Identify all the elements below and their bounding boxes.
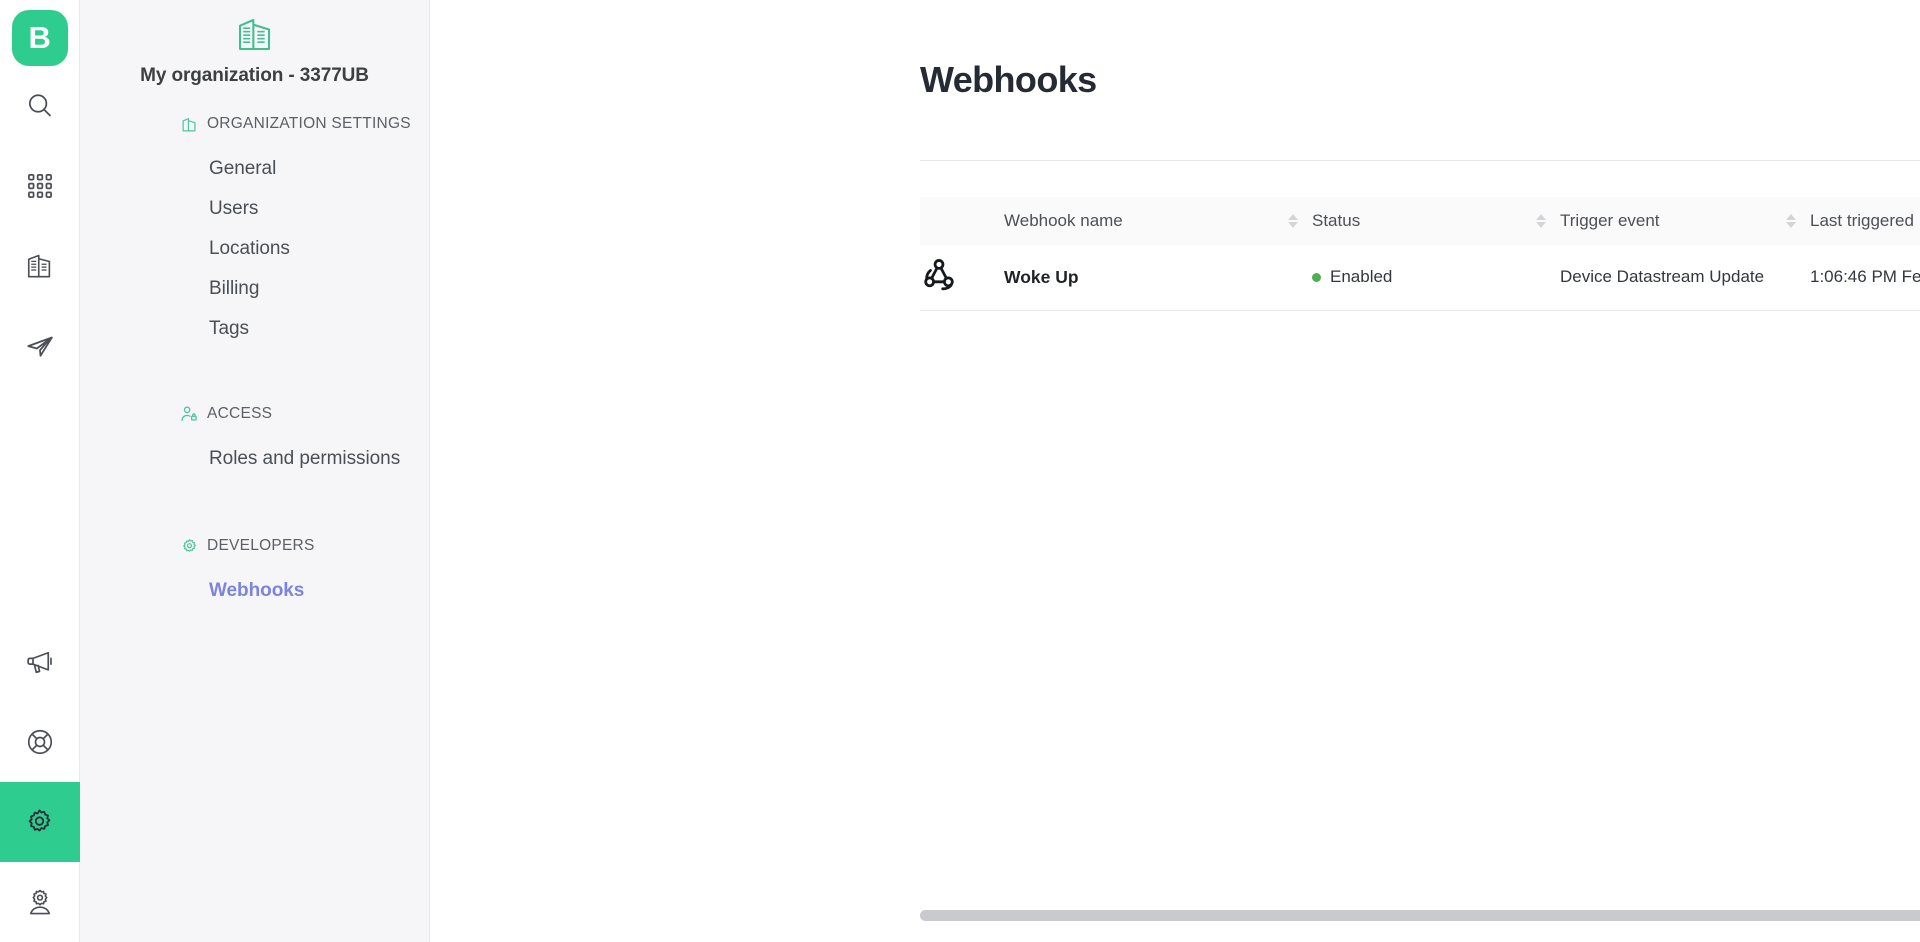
header-cell-last-triggered[interactable]: Last triggered <box>1810 197 1920 245</box>
cell-webhook-icon <box>920 245 1004 311</box>
sort-toggle-icon[interactable] <box>1536 214 1546 228</box>
sidebar-section-developers: DEVELOPERS <box>80 531 429 561</box>
organization-header: My organization - 3377UB <box>80 14 429 87</box>
cell-webhook-name: Woke Up <box>1004 245 1312 311</box>
rail-item-settings[interactable] <box>0 782 80 862</box>
sidebar-item-label: Roles and permissions <box>209 448 401 469</box>
header-divider <box>920 160 1920 161</box>
main-content: Webhooks UPGRADE Webhook name <box>430 0 1920 942</box>
table-head: Webhook name Status Trigger event Last t… <box>920 197 1920 245</box>
table-header-row: Webhook name Status Trigger event Last t… <box>920 197 1920 245</box>
apps-grid-icon <box>26 172 54 200</box>
webhook-icon <box>920 258 958 298</box>
rail-item-apps[interactable] <box>0 146 80 226</box>
cell-trigger-event: Device Datastream Update <box>1560 245 1810 311</box>
status-dot-icon <box>1312 272 1321 282</box>
sidebar-section-organization-settings: ORGANIZATION SETTINGS <box>80 109 429 139</box>
sidebar-item-locations[interactable]: Locations <box>80 229 429 269</box>
webhooks-table-container: Webhook name Status Trigger event Last t… <box>430 197 1920 311</box>
sidebar-item-label: Locations <box>209 238 290 259</box>
sidebar-item-label: Tags <box>209 318 249 339</box>
column-label: Status <box>1312 211 1361 230</box>
rail-item-organization[interactable] <box>0 226 80 306</box>
sidebar-item-tags[interactable]: Tags <box>80 309 429 349</box>
sidebar-item-label: General <box>209 158 277 179</box>
app-logo-letter: B <box>28 20 51 55</box>
app-logo[interactable]: B <box>11 10 68 66</box>
sidebar-item-billing[interactable]: Billing <box>80 269 429 309</box>
webhooks-table: Webhook name Status Trigger event Last t… <box>920 197 1920 311</box>
sidebar-item-webhooks[interactable]: Webhooks <box>80 571 429 611</box>
sidebar-section-access: ACCESS <box>80 399 429 429</box>
sidebar-section-label: ORGANIZATION SETTINGS <box>207 115 411 132</box>
rail-item-account[interactable] <box>0 862 80 942</box>
header-cell-trigger-event[interactable]: Trigger event <box>1560 197 1810 245</box>
search-icon <box>25 91 55 121</box>
rail-item-messages[interactable] <box>0 306 80 386</box>
building-icon <box>235 14 275 59</box>
megaphone-icon <box>25 647 55 677</box>
table-body: Woke Up Enabled Device Datastream Update… <box>920 245 1920 311</box>
rail-item-announcements[interactable] <box>0 622 80 702</box>
send-paper-plane-icon <box>25 331 55 361</box>
sidebar-item-general[interactable]: General <box>80 149 429 189</box>
header-cell-status[interactable]: Status <box>1312 197 1560 245</box>
column-label: Trigger event <box>1560 211 1660 230</box>
sidebar-section-label: ACCESS <box>207 405 273 422</box>
header-cell-webhook-name[interactable]: Webhook name <box>1004 197 1312 245</box>
table-row[interactable]: Woke Up Enabled Device Datastream Update… <box>920 245 1920 311</box>
page-title: Webhooks <box>920 59 1097 100</box>
page-header: Webhooks UPGRADE <box>430 0 1920 160</box>
cell-last-triggered: 1:06:46 PM Feb 16, 2023 <box>1810 245 1920 311</box>
sidebar-item-roles-and-permissions[interactable]: Roles and permissions <box>80 439 429 479</box>
settings-sidebar: My organization - 3377UB ORGANIZATION SE… <box>80 0 430 942</box>
organization-name: My organization - 3377UB <box>140 65 369 86</box>
lifebuoy-icon <box>25 727 55 757</box>
sidebar-item-users[interactable]: Users <box>80 189 429 229</box>
app-root: B My organization - 3377UB ORGANIZATION … <box>0 0 1920 942</box>
rail-item-search[interactable] <box>0 66 80 146</box>
person-access-icon <box>180 405 198 423</box>
rail-item-support[interactable] <box>0 702 80 782</box>
sidebar-item-label: Billing <box>209 278 260 299</box>
column-label: Webhook name <box>1004 211 1123 230</box>
horizontal-scrollbar-thumb[interactable] <box>920 910 1920 921</box>
horizontal-scrollbar[interactable] <box>920 910 1920 921</box>
cell-status: Enabled <box>1312 245 1560 311</box>
status-badge: Enabled <box>1330 267 1393 287</box>
header-cell-icon <box>920 197 1004 245</box>
icon-rail: B <box>0 0 80 942</box>
gear-icon <box>180 537 198 555</box>
building-icon <box>180 115 198 133</box>
sidebar-section-label: DEVELOPERS <box>207 537 315 554</box>
webhook-name-text: Woke Up <box>1004 266 1079 287</box>
organization-icon <box>25 251 55 281</box>
sort-toggle-icon[interactable] <box>1288 214 1298 228</box>
sort-toggle-icon[interactable] <box>1786 214 1796 228</box>
user-settings-icon <box>25 887 55 917</box>
sidebar-item-label: Users <box>209 198 259 219</box>
gear-icon <box>24 807 55 838</box>
sidebar-item-label: Webhooks <box>209 580 305 601</box>
column-label: Last triggered <box>1810 211 1914 230</box>
